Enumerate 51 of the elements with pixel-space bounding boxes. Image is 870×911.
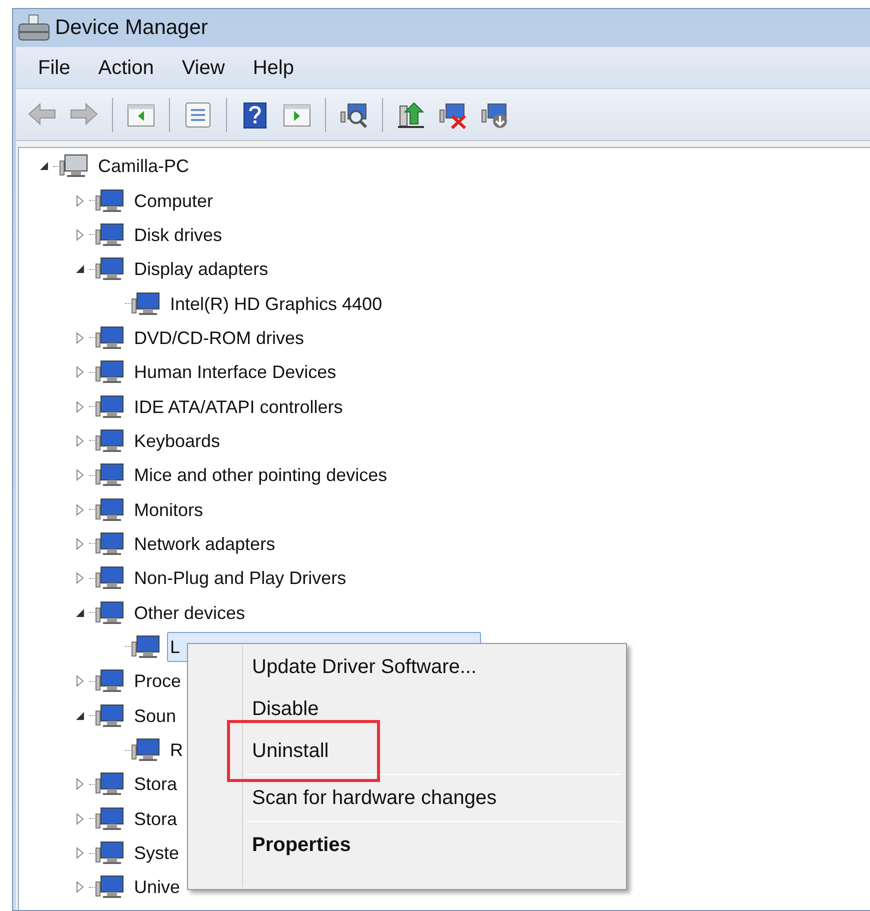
tree-item[interactable]: Monitors xyxy=(131,494,206,525)
menu-item[interactable]: View xyxy=(170,52,237,84)
device-manager-icon xyxy=(17,14,51,42)
expand-arrow-icon[interactable] xyxy=(75,538,85,550)
expand-arrow-icon[interactable] xyxy=(75,469,85,482)
tree-item[interactable]: Other devices xyxy=(131,598,248,628)
tree-item[interactable]: Disk drives xyxy=(131,220,226,250)
tree-item[interactable]: Stora xyxy=(131,769,180,800)
expand-arrow-icon[interactable] xyxy=(75,847,85,860)
window-title: Device Manager xyxy=(55,15,208,42)
expand-arrow-icon[interactable] xyxy=(75,434,85,447)
expand-arrow-icon[interactable] xyxy=(75,400,85,413)
tree-item[interactable]: Syste xyxy=(131,838,182,868)
menu-item[interactable]: Update Driver Software... xyxy=(252,652,477,682)
expand-arrow-icon[interactable] xyxy=(75,572,85,584)
tree-item[interactable]: Display adapters xyxy=(131,254,272,284)
tree-item[interactable]: Unive xyxy=(131,872,184,902)
tree-item[interactable]: Proce xyxy=(131,666,184,696)
tree-item[interactable]: DVD/CD-ROM drives xyxy=(131,322,308,353)
tree-item[interactable]: Human Interface Devices xyxy=(131,357,340,388)
expand-arrow-icon[interactable] xyxy=(75,812,85,825)
tree-item[interactable]: Mice and other pointing devices xyxy=(131,460,390,490)
expand-arrow-icon[interactable] xyxy=(75,881,85,894)
expand-arrow-icon[interactable] xyxy=(75,194,85,207)
expand-arrow-icon[interactable] xyxy=(75,675,85,688)
menu-item[interactable]: Scan for hardware changes xyxy=(252,783,497,813)
tree-item[interactable]: Network adapters xyxy=(131,528,278,559)
tree-item[interactable]: Keyboards xyxy=(131,426,224,456)
expand-arrow-icon[interactable] xyxy=(75,228,85,241)
menu-item[interactable]: Properties xyxy=(252,830,351,860)
collapse-arrow-icon[interactable] xyxy=(75,263,85,276)
collapse-arrow-icon[interactable] xyxy=(75,710,85,722)
expand-arrow-icon[interactable] xyxy=(75,332,85,344)
expand-arrow-icon[interactable] xyxy=(75,366,85,378)
menu-item[interactable]: Disable xyxy=(252,694,319,724)
collapse-arrow-icon[interactable] xyxy=(39,160,49,172)
tree-item[interactable]: Stora xyxy=(131,804,180,834)
tree-item[interactable]: Soun xyxy=(131,700,180,731)
tree-item[interactable]: Camilla-PC xyxy=(95,151,192,182)
menu-item[interactable]: Action xyxy=(86,52,166,84)
tree-item[interactable]: IDE ATA/ATAPI controllers xyxy=(131,392,346,422)
menu-item[interactable]: Uninstall xyxy=(252,736,329,766)
tree-item[interactable]: Non-Plug and Play Drivers xyxy=(131,563,350,594)
menu-item[interactable]: File xyxy=(26,52,82,84)
tree-item[interactable]: Intel(R) HD Graphics 4400 xyxy=(167,288,386,319)
expand-arrow-icon[interactable] xyxy=(75,504,85,516)
tree-item[interactable]: R xyxy=(167,735,186,766)
menu-item[interactable]: Help xyxy=(240,52,306,84)
collapse-arrow-icon[interactable] xyxy=(75,606,85,619)
tree-item[interactable]: Computer xyxy=(131,186,216,216)
expand-arrow-icon[interactable] xyxy=(75,778,85,790)
